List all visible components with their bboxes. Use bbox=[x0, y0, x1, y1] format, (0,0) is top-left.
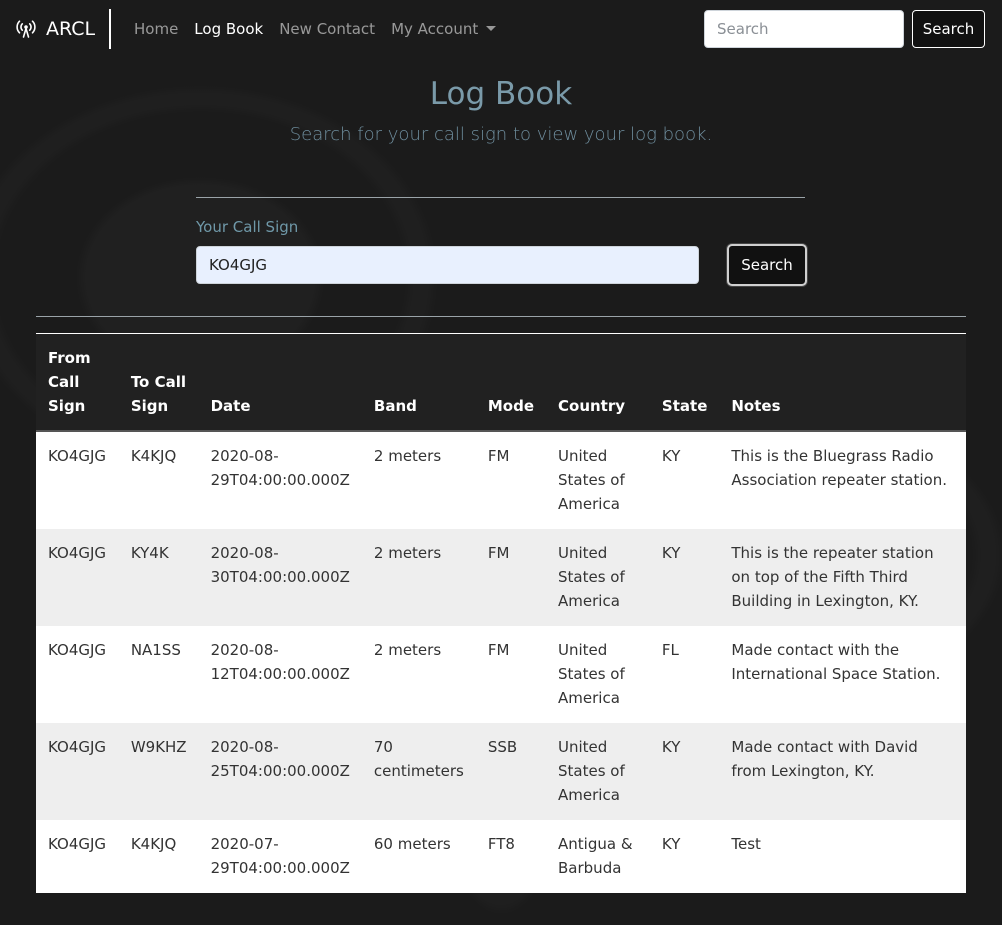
header-from-call-sign: From Call Sign bbox=[36, 333, 119, 432]
nav-home[interactable]: Home bbox=[134, 20, 178, 38]
brand-link[interactable]: ARCL bbox=[14, 17, 95, 41]
cell-notes: This is the repeater station on top of t… bbox=[731, 544, 934, 610]
cell-date: 2020-08-30T04:00:00.000Z bbox=[210, 544, 350, 586]
cell-date: 2020-08-25T04:00:00.000Z bbox=[210, 738, 350, 780]
cell-notes: Made contact with the International Spac… bbox=[731, 641, 941, 683]
cell-to: W9KHZ bbox=[130, 738, 187, 756]
navbar-search-input[interactable] bbox=[704, 10, 904, 48]
cell-country: United States of America bbox=[558, 738, 625, 804]
table-row: KO4GJG K4KJQ 2020-08-29T04:00:00.000Z 2 … bbox=[36, 431, 966, 529]
cell-state: KY bbox=[661, 738, 681, 756]
cell-to: K4KJQ bbox=[130, 447, 177, 465]
navbar: ARCL Home Log Book New Contact My Accoun… bbox=[0, 0, 1002, 60]
cell-from: KO4GJG bbox=[48, 835, 107, 853]
header-mode: Mode bbox=[475, 333, 547, 432]
table-row: KO4GJG K4KJQ 2020-07-29T04:00:00.000Z 60… bbox=[36, 820, 966, 893]
cell-country: United States of America bbox=[558, 544, 625, 610]
header-notes: Notes bbox=[719, 333, 966, 432]
divider bbox=[196, 197, 805, 198]
cell-date: 2020-08-12T04:00:00.000Z bbox=[210, 641, 350, 683]
nav-my-account-label: My Account bbox=[391, 20, 479, 38]
cell-band: 60 meters bbox=[373, 835, 451, 853]
header-to-call-sign: To Call Sign bbox=[118, 333, 199, 432]
divider bbox=[36, 316, 966, 317]
cell-notes: This is the Bluegrass Radio Association … bbox=[731, 447, 947, 489]
cell-country: United States of America bbox=[558, 641, 625, 707]
nav-log-book[interactable]: Log Book bbox=[194, 20, 263, 38]
cell-date: 2020-07-29T04:00:00.000Z bbox=[210, 835, 350, 877]
cell-to: NA1SS bbox=[130, 641, 181, 659]
callsign-search-button[interactable]: Search bbox=[727, 244, 807, 286]
cell-country: Antigua & Barbuda bbox=[558, 835, 633, 877]
cell-state: KY bbox=[661, 447, 681, 465]
nav-new-contact[interactable]: New Contact bbox=[279, 20, 375, 38]
cell-from: KO4GJG bbox=[48, 738, 107, 756]
header-state: State bbox=[649, 333, 720, 432]
brand-name: ARCL bbox=[46, 18, 96, 40]
header-band: Band bbox=[361, 333, 476, 432]
cell-from: KO4GJG bbox=[48, 447, 107, 465]
cell-notes: Made contact with David from Lexington, … bbox=[731, 738, 918, 780]
header-date: Date bbox=[198, 333, 362, 432]
cell-band: 70 centimeters bbox=[373, 738, 464, 780]
table-row: KO4GJG NA1SS 2020-08-12T04:00:00.000Z 2 … bbox=[36, 626, 966, 723]
nav-my-account[interactable]: My Account bbox=[391, 20, 497, 38]
cell-mode: FT8 bbox=[487, 835, 515, 853]
cell-band: 2 meters bbox=[373, 641, 442, 659]
cell-from: KO4GJG bbox=[48, 544, 107, 562]
cell-date: 2020-08-29T04:00:00.000Z bbox=[210, 447, 350, 489]
cell-state: KY bbox=[661, 835, 681, 853]
callsign-input[interactable] bbox=[196, 246, 699, 284]
table-row: KO4GJG KY4K 2020-08-30T04:00:00.000Z 2 m… bbox=[36, 529, 966, 626]
page-subtitle: Search for your call sign to view your l… bbox=[289, 124, 713, 145]
radio-tower-icon bbox=[16, 20, 36, 38]
cell-to: KY4K bbox=[130, 544, 169, 562]
page-title: Log Book bbox=[429, 76, 573, 112]
logbook-table: From Call Sign To Call Sign Date Band Mo… bbox=[36, 333, 966, 893]
cell-country: United States of America bbox=[558, 447, 625, 513]
cell-band: 2 meters bbox=[373, 447, 442, 465]
caret-down-icon bbox=[486, 26, 497, 31]
cell-band: 2 meters bbox=[373, 544, 442, 562]
cell-state: FL bbox=[661, 641, 679, 659]
nav-links: Home Log Book New Contact My Account bbox=[134, 20, 497, 38]
table-header: From Call Sign To Call Sign Date Band Mo… bbox=[36, 333, 966, 432]
cell-to: K4KJQ bbox=[130, 835, 177, 853]
cell-mode: FM bbox=[487, 447, 510, 465]
header-country: Country bbox=[546, 333, 650, 432]
cell-mode: SSB bbox=[487, 738, 518, 756]
brand-divider bbox=[109, 9, 111, 49]
cell-mode: FM bbox=[487, 641, 510, 659]
cell-from: KO4GJG bbox=[48, 641, 107, 659]
callsign-label: Your Call Sign bbox=[196, 218, 299, 236]
navbar-search-button[interactable]: Search bbox=[912, 10, 985, 48]
cell-notes: Test bbox=[731, 835, 761, 853]
cell-state: KY bbox=[661, 544, 681, 562]
table-row: KO4GJG W9KHZ 2020-08-25T04:00:00.000Z 70… bbox=[36, 723, 966, 820]
cell-mode: FM bbox=[487, 544, 510, 562]
